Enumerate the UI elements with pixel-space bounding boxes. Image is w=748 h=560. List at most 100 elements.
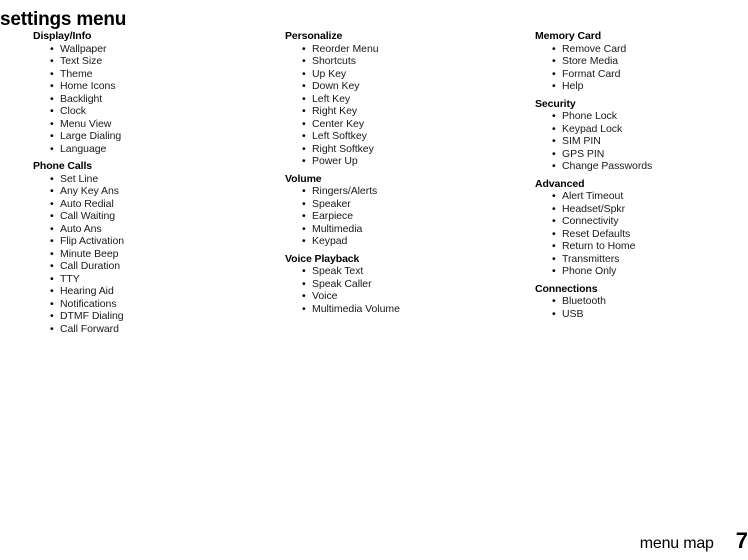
menu-item-list: • Speak Text • Speak Caller • Voice • Multimedi…: [285, 265, 515, 315]
bullet-icon: •: [552, 42, 556, 55]
bullet-icon: •: [552, 135, 556, 147]
section-header: Memory Card: [535, 30, 602, 42]
menu-item: • Remove Card: [535, 43, 745, 56]
menu-item: • Call Duration: [33, 260, 263, 273]
menu-item-label: Voice: [312, 290, 338, 302]
bullet-icon: •: [552, 67, 556, 80]
menu-item: • Minute Beep: [33, 248, 263, 261]
menu-item-label: Menu View: [60, 117, 112, 130]
bullet-icon: •: [302, 80, 306, 92]
menu-column: Display/Info • Wallpaper • Text Size • Theme • H…: [33, 30, 263, 340]
menu-item-label: Alert Timeout: [562, 190, 624, 202]
menu-item: • Connectivity: [535, 215, 745, 228]
menu-item-list: • Bluetooth • USB: [535, 295, 745, 320]
menu-item: • Keypad Lock: [535, 123, 745, 136]
footer-section-label: menu map: [639, 535, 714, 552]
bullet-icon: •: [302, 265, 306, 277]
bullet-icon: •: [302, 117, 306, 130]
menu-item-label: DTMF Dialing: [60, 310, 124, 322]
bullet-icon: •: [552, 55, 556, 67]
menu-item-label: Headset/Spkr: [562, 202, 626, 215]
menu-item-label: Set Line: [60, 172, 99, 185]
bullet-icon: •: [302, 130, 306, 142]
menu-item-label: Phone Lock: [562, 110, 617, 122]
bullet-icon: •: [50, 310, 54, 322]
menu-item: • USB: [535, 308, 745, 321]
bullet-icon: •: [552, 202, 556, 215]
menu-item: • Multimedia: [285, 223, 515, 236]
menu-section: Display/Info • Wallpaper • Text Size • Theme • H…: [33, 30, 263, 155]
menu-column: Personalize • Reorder Menu • Shortcuts • Up Ke…: [285, 30, 515, 320]
menu-item-label: Format Card: [562, 67, 621, 80]
menu-item-label: Right Softkey: [312, 142, 374, 155]
menu-item: • Voice: [285, 290, 515, 303]
menu-item-label: Help: [562, 80, 584, 92]
menu-item-label: Notifications: [60, 297, 117, 310]
bullet-icon: •: [50, 55, 54, 67]
bullet-icon: •: [50, 235, 54, 247]
menu-item-label: Clock: [60, 105, 87, 117]
menu-item-label: Speak Text: [312, 265, 364, 277]
menu-item: • Right Key: [285, 105, 515, 118]
menu-item-list: • Alert Timeout • Headset/Spkr • Connectivity…: [535, 190, 745, 278]
menu-item: • Left Softkey: [285, 130, 515, 143]
bullet-icon: •: [302, 185, 306, 197]
bullet-icon: •: [302, 210, 306, 222]
menu-item-label: Center Key: [312, 117, 365, 130]
menu-item-label: Shortcuts: [312, 55, 356, 67]
menu-item: • Down Key: [285, 80, 515, 93]
menu-item: • Notifications: [33, 298, 263, 311]
bullet-icon: •: [552, 240, 556, 252]
menu-section: Memory Card • Remove Card • Store Media • Form…: [535, 30, 745, 93]
menu-item-label: Auto Ans: [60, 222, 102, 235]
bullet-icon: •: [50, 297, 54, 310]
menu-item-label: Connectivity: [562, 215, 619, 227]
bullet-icon: •: [50, 130, 54, 142]
bullet-icon: •: [552, 252, 556, 265]
bullet-icon: •: [50, 285, 54, 297]
menu-item: • Wallpaper: [33, 43, 263, 56]
menu-section: Advanced • Alert Timeout • Headset/Spkr • Conn…: [535, 178, 745, 278]
bullet-icon: •: [302, 235, 306, 247]
menu-item: • Earpiece: [285, 210, 515, 223]
menu-item: • Theme: [33, 68, 263, 81]
menu-item: • Menu View: [33, 118, 263, 131]
menu-item: • GPS PIN: [535, 148, 745, 161]
menu-item: • Up Key: [285, 68, 515, 81]
menu-item: • Call Forward: [33, 323, 263, 336]
section-header: Personalize: [285, 30, 343, 42]
menu-item-label: Up Key: [312, 67, 347, 80]
menu-item: • Shortcuts: [285, 55, 515, 68]
bullet-icon: •: [552, 227, 556, 240]
bullet-icon: •: [552, 80, 556, 92]
menu-item-label: Bluetooth: [562, 295, 606, 307]
menu-item-label: Minute Beep: [60, 247, 119, 260]
bullet-icon: •: [50, 80, 54, 92]
menu-item-label: Speak Caller: [312, 277, 372, 290]
bullet-icon: •: [552, 295, 556, 307]
menu-item: • Power Up: [285, 155, 515, 168]
bullet-icon: •: [302, 67, 306, 80]
section-header: Phone Calls: [33, 160, 92, 172]
bullet-icon: •: [552, 147, 556, 160]
menu-item: • Backlight: [33, 93, 263, 106]
menu-item: • Keypad: [285, 235, 515, 248]
menu-item-label: Keypad Lock: [562, 122, 623, 135]
menu-item: • Any Key Ans: [33, 185, 263, 198]
menu-item-label: Speaker: [312, 197, 351, 210]
section-header: Security: [535, 97, 576, 110]
menu-item: • Reset Defaults: [535, 228, 745, 241]
menu-item: • Call Waiting: [33, 210, 263, 223]
page-number: 7: [735, 528, 748, 553]
menu-item-label: USB: [562, 307, 584, 320]
menu-section: Personalize • Reorder Menu • Shortcuts • Up Ke…: [285, 30, 515, 168]
bullet-icon: •: [302, 277, 306, 290]
bullet-icon: •: [302, 105, 306, 117]
bullet-icon: •: [302, 55, 306, 67]
bullet-icon: •: [50, 272, 54, 285]
bullet-icon: •: [50, 185, 54, 197]
menu-item-label: Right Key: [312, 105, 358, 117]
bullet-icon: •: [50, 105, 54, 117]
menu-item: • Hearing Aid: [33, 285, 263, 298]
menu-item-label: Down Key: [312, 80, 360, 92]
